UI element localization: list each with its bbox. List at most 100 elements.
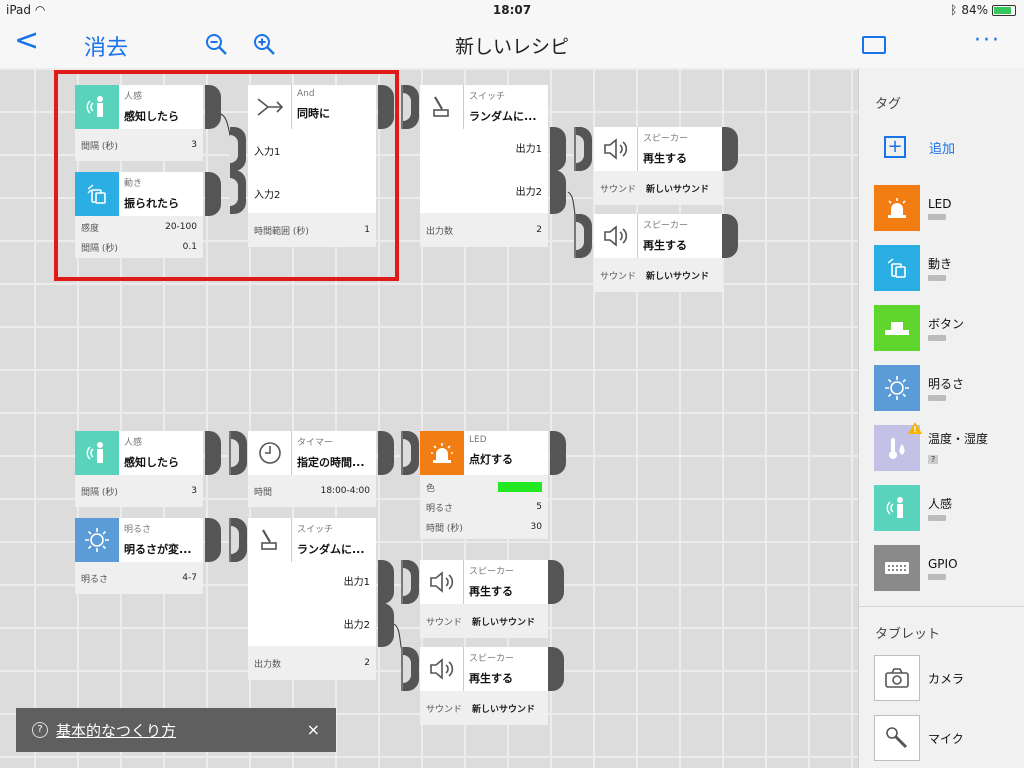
output-port[interactable] (205, 518, 221, 562)
output-port[interactable] (550, 431, 566, 475)
unknown-badge: ? (928, 455, 939, 464)
battery-percent: 84% (961, 3, 988, 17)
lever-icon (420, 85, 464, 129)
block-name: ランダムに... (469, 110, 537, 123)
tablet-section-title: タブレット (875, 627, 941, 642)
input-port[interactable] (403, 431, 419, 475)
status-right: ᛒ 84% (950, 3, 1016, 17)
sun-icon (75, 518, 119, 562)
prop-row: 出力数 2 (254, 658, 370, 670)
output-port-1[interactable] (378, 560, 394, 604)
output-port-2[interactable] (550, 170, 566, 214)
input-port[interactable] (231, 518, 247, 562)
block-category: タイマー (297, 438, 334, 448)
sidebar-item-temperature-humidity[interactable]: 温度・湿度? (874, 422, 988, 471)
block-name: 明るさが変... (124, 543, 192, 556)
battery-indicator (928, 515, 946, 521)
prop-row: 明るさ 5 (426, 502, 542, 514)
led-icon (874, 185, 920, 231)
battery-indicator (928, 395, 946, 401)
sidebar-item-button[interactable]: ボタン (874, 305, 964, 351)
block-category: 人感 (124, 438, 143, 448)
sidebar-item-camera[interactable]: カメラ (874, 655, 964, 701)
block-category: スピーカー (469, 567, 515, 577)
block-name: 再生する (643, 152, 687, 165)
speaker-icon (594, 127, 638, 171)
input-port[interactable] (231, 431, 247, 475)
prop-row-color: 色 (420, 477, 548, 497)
block-name: 点灯する (469, 453, 513, 466)
output-port[interactable] (548, 560, 564, 604)
sidebar-divider (859, 606, 1024, 607)
block-category: スピーカー (469, 654, 515, 664)
input-port[interactable] (403, 85, 419, 129)
block-name: ランダムに... (297, 543, 365, 556)
sidebar-item-gpio[interactable]: GPIO (874, 545, 958, 591)
sidebar-item-brightness[interactable]: 明るさ (874, 365, 964, 411)
speaker-icon (594, 214, 638, 258)
prop-row: 明るさ 4-7 (81, 573, 197, 585)
output-port[interactable] (722, 127, 738, 171)
prop-row: サウンド 新しいサウンド (426, 704, 536, 715)
output-2-label: 出力2 (343, 620, 370, 631)
input-port[interactable] (403, 560, 419, 604)
led-icon (420, 431, 464, 475)
block-switch[interactable]: スイッチ ランダムに... 出力1 出力2 出力数 2 (420, 85, 548, 247)
prop-row: サウンド 新しいサウンド (426, 617, 536, 628)
input-port[interactable] (576, 214, 592, 258)
block-category: 明るさ (124, 525, 152, 535)
block-led[interactable]: LED 点灯する 色 明るさ 5 時間 (秒) 30 (420, 431, 548, 539)
tags-section-title: タグ (875, 97, 902, 112)
block-speaker[interactable]: スピーカー 再生する サウンド 新しいサウンド (420, 560, 548, 638)
sidebar-item-microphone[interactable]: マイク (874, 715, 964, 761)
battery-indicator (928, 335, 946, 341)
sidebar-item-led[interactable]: LED (874, 185, 952, 231)
output-1-label: 出力1 (515, 144, 542, 155)
battery-icon (992, 4, 1016, 16)
block-timer[interactable]: タイマー 指定の時間... 時間 18:00-4:00 (248, 431, 376, 507)
block-speaker[interactable]: スピーカー 再生する サウンド 新しいサウンド (594, 127, 722, 205)
shake-icon (874, 245, 920, 291)
thermometer-icon (874, 422, 922, 471)
human-sensor-icon (75, 431, 119, 475)
help-toast[interactable]: ? 基本的なつくり方 × (16, 708, 336, 752)
block-motion-sensor[interactable]: 人感 感知したら 間隔 (秒) 3 (75, 431, 203, 507)
battery-indicator (928, 213, 946, 220)
led-color-swatch[interactable] (498, 482, 542, 492)
input-port[interactable] (576, 127, 592, 171)
output-port-2[interactable] (378, 603, 394, 647)
output-2-label: 出力2 (515, 187, 542, 198)
microphone-icon (874, 715, 920, 761)
bluetooth-icon: ᛒ (950, 3, 958, 17)
block-category: スイッチ (297, 525, 334, 535)
block-category: スピーカー (643, 134, 689, 144)
close-icon[interactable]: × (307, 720, 320, 739)
block-switch[interactable]: スイッチ ランダムに... 出力1 出力2 出力数 2 (248, 518, 376, 680)
block-speaker[interactable]: スピーカー 再生する サウンド 新しいサウンド (420, 647, 548, 725)
output-port[interactable] (548, 647, 564, 691)
block-category: スピーカー (643, 221, 689, 231)
block-speaker[interactable]: スピーカー 再生する サウンド 新しいサウンド (594, 214, 722, 292)
gpio-icon (874, 545, 920, 591)
input-port[interactable] (403, 647, 419, 691)
output-port[interactable] (205, 431, 221, 475)
help-link[interactable]: 基本的なつくり方 (56, 720, 176, 741)
prop-row: 出力数 2 (426, 225, 542, 237)
sidebar-item-human-sensor[interactable]: 人感 (874, 485, 952, 531)
output-port-1[interactable] (550, 127, 566, 171)
clock-icon (248, 431, 292, 475)
help-icon: ? (32, 722, 48, 738)
warning-icon (908, 422, 922, 434)
block-category: スイッチ (469, 92, 506, 102)
block-name: 感知したら (124, 456, 179, 469)
more-button[interactable]: ··· (974, 28, 1001, 53)
speaker-icon (420, 647, 464, 691)
add-tag-button[interactable]: + 追加 (873, 134, 955, 160)
fullscreen-icon[interactable] (862, 36, 886, 54)
sun-icon (874, 365, 920, 411)
block-brightness[interactable]: 明るさ 明るさが変... 明るさ 4-7 (75, 518, 203, 594)
battery-indicator (928, 573, 946, 580)
sidebar-item-motion[interactable]: 動き (874, 245, 952, 291)
output-port[interactable] (722, 214, 738, 258)
output-port[interactable] (378, 431, 394, 475)
